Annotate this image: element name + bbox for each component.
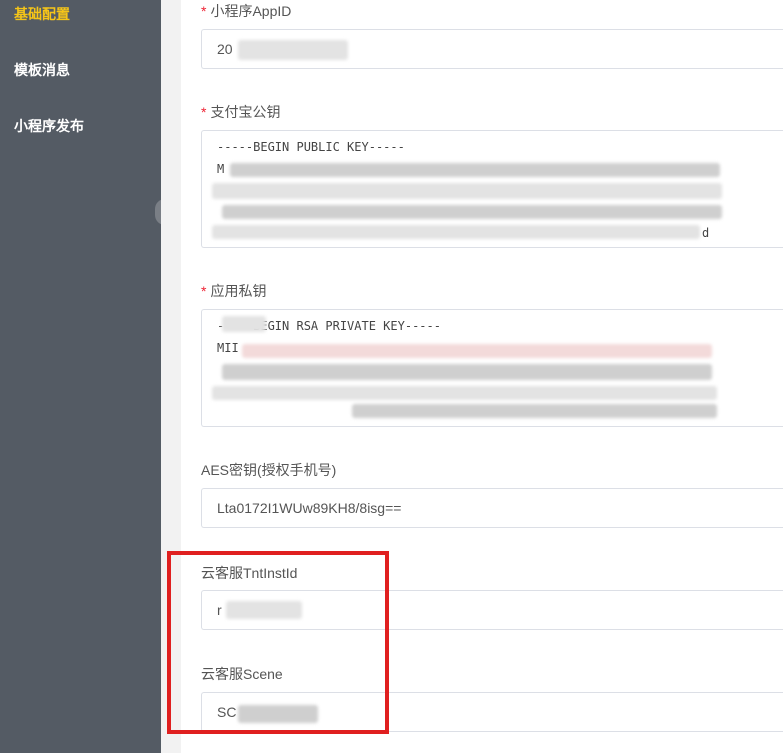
sidebar: 基础配置 模板消息 小程序发布 (0, 0, 161, 753)
textarea-line: MII (217, 341, 239, 355)
redacted-block (238, 40, 348, 60)
scene-input[interactable]: SC (201, 692, 783, 732)
redacted-block (222, 364, 712, 380)
redacted-block (222, 205, 722, 219)
alipay-public-key-textarea[interactable]: -----BEGIN PUBLIC KEY----- M d (201, 130, 783, 248)
aes-key-value: Lta0172I1WUw89KH8/8isg== (217, 500, 402, 516)
content-gutter (161, 0, 181, 753)
redacted-block (212, 183, 722, 199)
required-mark: * (201, 283, 207, 299)
sidebar-item-miniprogram-publish[interactable]: 小程序发布 (14, 116, 84, 136)
tnt-inst-id-label: 云客服TntInstId (201, 565, 298, 581)
redacted-block (212, 386, 717, 400)
scene-value: SC (217, 704, 237, 720)
alipay-public-key-label: * 支付宝公钥 (201, 104, 281, 120)
tnt-inst-id-value: r (217, 602, 222, 618)
sidebar-item-template-message[interactable]: 模板消息 (14, 60, 70, 80)
redacted-block (238, 705, 318, 723)
config-form: * 小程序AppID 20 * 支付宝公钥 -----BEGIN PUBLIC KE… (181, 0, 783, 753)
textarea-line: M (217, 162, 225, 176)
redacted-block (222, 316, 266, 332)
textarea-line: d (702, 226, 710, 240)
app-private-key-label: * 应用私钥 (201, 283, 267, 299)
required-mark: * (201, 104, 207, 120)
redacted-block (242, 344, 712, 358)
textarea-line: -----BEGIN PUBLIC KEY----- (217, 140, 405, 154)
redacted-block (226, 601, 302, 619)
required-mark: * (201, 3, 207, 19)
redacted-block (352, 404, 717, 418)
appid-input[interactable]: 20 (201, 29, 783, 69)
appid-value: 20 (217, 41, 233, 57)
aes-key-label: AES密钥(授权手机号) (201, 462, 337, 478)
redacted-block (212, 225, 700, 239)
aes-key-input[interactable]: Lta0172I1WUw89KH8/8isg== (201, 488, 783, 528)
tnt-inst-id-input[interactable]: r (201, 590, 783, 630)
sidebar-item-basic-config[interactable]: 基础配置 (14, 4, 70, 24)
app-private-key-textarea[interactable]: -----BEGIN RSA PRIVATE KEY----- MII (201, 309, 783, 427)
scene-label: 云客服Scene (201, 666, 283, 682)
redacted-block (230, 163, 720, 177)
appid-label: * 小程序AppID (201, 3, 292, 19)
